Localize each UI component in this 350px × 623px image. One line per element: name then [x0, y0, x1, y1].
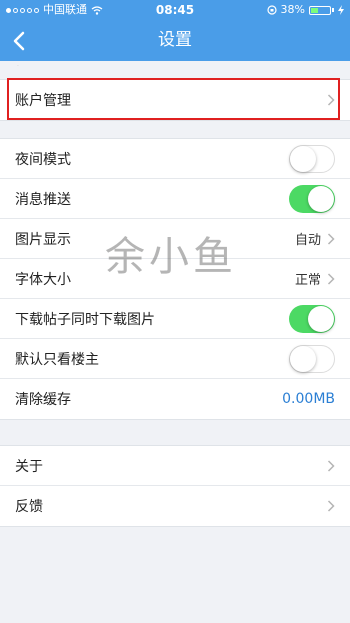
- row-right: [289, 304, 335, 333]
- battery-icon: [309, 5, 331, 15]
- row-image-display[interactable]: 图片显示 自动: [0, 219, 350, 259]
- chevron-right-icon: [327, 272, 335, 285]
- nav-bar: 设置: [0, 20, 350, 61]
- row-right: [289, 144, 335, 173]
- row-right: [289, 184, 335, 213]
- row-label: 字体大小: [15, 271, 71, 288]
- row-label: 下载帖子同时下载图片: [15, 311, 155, 328]
- night-mode-toggle[interactable]: [289, 144, 335, 173]
- row-right: 正常: [295, 269, 335, 288]
- row-label: 夜间模式: [15, 151, 71, 168]
- row-right: 自动: [295, 229, 335, 248]
- misc-group: 关于 反馈: [0, 445, 350, 527]
- row-font-size[interactable]: 字体大小 正常: [0, 259, 350, 299]
- row-right: [327, 500, 335, 512]
- row-label: 清除缓存: [15, 392, 71, 408]
- cache-size-value: 0.00MB: [282, 391, 335, 407]
- status-bar: 中国联通 08:45 38%: [0, 0, 350, 20]
- row-label: 关于: [15, 458, 43, 475]
- chevron-right-icon: [327, 459, 335, 472]
- charging-icon: [338, 5, 344, 15]
- row-clear-cache[interactable]: 清除缓存 0.00MB: [0, 379, 350, 419]
- settings-group: 夜间模式 消息推送 图片显示 自动 字体大小 正常 下载帖子同时下载图片 默认只…: [0, 138, 350, 420]
- chevron-right-icon: [327, 232, 335, 245]
- row-right: [327, 94, 335, 106]
- row-label: 消息推送: [15, 191, 71, 208]
- row-label: 反馈: [15, 499, 43, 515]
- row-label: 图片显示: [15, 231, 71, 248]
- row-right: 0.00MB: [282, 391, 335, 407]
- download-images-toggle[interactable]: [289, 304, 335, 333]
- chevron-right-icon: [327, 500, 335, 512]
- row-label: 账户管理: [15, 93, 71, 109]
- chevron-right-icon: [327, 94, 335, 106]
- row-push-notifications: 消息推送: [0, 179, 350, 219]
- only-op-toggle[interactable]: [289, 344, 335, 373]
- tiny-dot: ·: [17, 63, 19, 70]
- image-display-value: 自动: [294, 233, 321, 248]
- row-feedback[interactable]: 反馈: [0, 486, 350, 526]
- push-notifications-toggle[interactable]: [289, 184, 335, 213]
- row-about[interactable]: 关于: [0, 446, 350, 486]
- row-right: [289, 344, 335, 373]
- status-right: 38%: [266, 0, 344, 20]
- page-title: 设置: [158, 30, 192, 50]
- battery-percent: 38%: [280, 3, 305, 16]
- orientation-lock-icon: [266, 5, 277, 15]
- account-group: 账户管理: [0, 79, 350, 121]
- row-only-op: 默认只看楼主: [0, 339, 350, 379]
- row-download-images: 下载帖子同时下载图片: [0, 299, 350, 339]
- font-size-value: 正常: [294, 273, 321, 288]
- row-right: [327, 459, 335, 472]
- top-bar: 中国联通 08:45 38% 设置: [0, 0, 350, 61]
- row-account-management[interactable]: 账户管理: [0, 80, 350, 120]
- row-night-mode: 夜间模式: [0, 139, 350, 179]
- row-label: 默认只看楼主: [15, 351, 99, 368]
